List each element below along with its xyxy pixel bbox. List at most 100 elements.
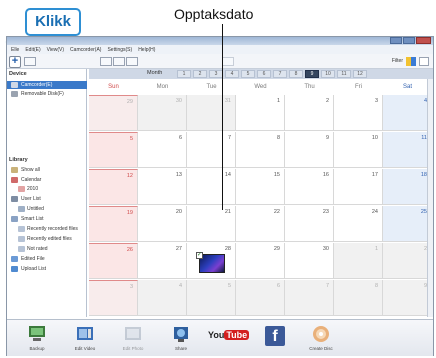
calendar-day-cell[interactable]: 11 <box>383 132 432 168</box>
checkbox-icon[interactable]: ✓ <box>196 252 203 259</box>
edit-video-button[interactable]: Edit Video <box>63 322 107 355</box>
calendar-day-cell[interactable]: 23 <box>285 206 334 242</box>
sidebar-item-removable-disk[interactable]: Removable Disk(F) <box>7 90 87 98</box>
calendar-day-cell[interactable]: 20 <box>138 206 187 242</box>
calendar-day-cell[interactable]: 29 <box>236 243 285 279</box>
calendar-day-cell[interactable]: 14 <box>187 169 236 205</box>
month-nav-cell[interactable]: 12 <box>353 70 367 78</box>
calendar-day-cell[interactable]: 4 <box>383 95 432 131</box>
calendar-day-cell[interactable]: 4 <box>138 280 187 316</box>
calendar-day-cell[interactable]: 27 <box>138 243 187 279</box>
sidebar-item-upload-list[interactable]: Upload List <box>7 265 87 273</box>
calendar-day-cell[interactable]: 2 <box>383 243 432 279</box>
calendar-day-cell[interactable]: 30 <box>285 243 334 279</box>
month-nav-cell[interactable]: 10 <box>321 70 335 78</box>
calendar-day-cell[interactable]: 30 <box>138 95 187 131</box>
edit-photo-button[interactable]: Edit Photo <box>111 322 155 355</box>
month-nav-cell[interactable]: 1 <box>177 70 191 78</box>
calendar-day-cell[interactable]: 16 <box>285 169 334 205</box>
create-disc-button[interactable]: Create Disc <box>299 322 343 355</box>
month-nav-cell[interactable]: 9 <box>305 70 319 78</box>
calendar-day-cell[interactable]: 13 <box>138 169 187 205</box>
calendar-day-cell[interactable]: 21 <box>187 206 236 242</box>
calendar-day-cell[interactable]: 1 <box>334 243 383 279</box>
calendar-day-cell[interactable]: 5 <box>89 132 138 168</box>
calendar-day-cell[interactable]: 7 <box>285 280 334 316</box>
share-button[interactable]: Share <box>159 322 203 355</box>
menu-view[interactable]: View(V) <box>47 47 64 53</box>
calendar-day-cell[interactable]: 29 <box>89 95 138 131</box>
calendar-day-cell[interactable]: 8 <box>236 132 285 168</box>
calendar-day-cell[interactable]: 8 <box>334 280 383 316</box>
sidebar-item-calendar[interactable]: Calendar <box>7 176 87 184</box>
calendar-day-cell[interactable]: 5 <box>187 280 236 316</box>
filter-color-icon[interactable] <box>406 57 416 66</box>
sidebar-item-user-list[interactable]: User List <box>7 195 87 203</box>
opptaksdato-callout: Opptaksdato <box>174 6 254 22</box>
backup-button[interactable]: Backup <box>15 322 59 355</box>
calendar-day-cell[interactable]: 7 <box>187 132 236 168</box>
video-thumbnail[interactable]: ✓ <box>196 252 225 273</box>
calendar-view-icon[interactable] <box>126 57 138 66</box>
month-nav-cell[interactable]: 6 <box>257 70 271 78</box>
facebook-upload-button[interactable]: f <box>253 322 297 355</box>
sidebar-item-edited-file[interactable]: Edited File <box>7 255 87 263</box>
menu-settings[interactable]: Settings(S) <box>107 47 132 53</box>
minimize-button[interactable] <box>390 37 402 44</box>
calendar-day-cell[interactable]: 19 <box>89 206 138 242</box>
calendar-day-cell[interactable]: 12 <box>89 169 138 205</box>
upload-list-icon <box>11 266 18 272</box>
sidebar-item-recently-edited[interactable]: Recently edited files <box>7 235 87 243</box>
close-button[interactable] <box>416 37 431 44</box>
youtube-upload-button[interactable]: You Tube <box>205 322 250 355</box>
day-number: 30 <box>322 246 329 252</box>
calendar-day-cell[interactable]: 22 <box>236 206 285 242</box>
sidebar-item-recently-recorded[interactable]: Recently recorded files <box>7 225 87 233</box>
day-number: 31 <box>224 98 231 104</box>
calendar-day-cell[interactable]: 6 <box>138 132 187 168</box>
month-nav-cell[interactable]: 7 <box>273 70 287 78</box>
calendar-day-cell[interactable]: 17 <box>334 169 383 205</box>
calendar-day-cell[interactable]: 1 <box>236 95 285 131</box>
month-nav-cell[interactable]: 4 <box>225 70 239 78</box>
list-view-icon[interactable] <box>113 57 125 66</box>
calendar-day-cell[interactable]: 25 <box>383 206 432 242</box>
month-nav-cell[interactable]: 2 <box>193 70 207 78</box>
month-nav-cell[interactable]: 11 <box>337 70 351 78</box>
add-button[interactable]: + <box>9 56 21 68</box>
sidebar-item-2010[interactable]: 2010 <box>7 185 87 193</box>
sidebar-item-not-rated[interactable]: Not rated <box>7 245 87 253</box>
sidebar-item-untitled[interactable]: Untitled <box>7 205 87 213</box>
tool-icon[interactable] <box>24 57 36 66</box>
sidebar-item-show-all[interactable]: Show all <box>7 166 87 174</box>
month-nav-cell[interactable]: 8 <box>289 70 303 78</box>
calendar-scrollbar[interactable] <box>427 79 433 317</box>
calendar-day-cell[interactable]: 26 <box>89 243 138 279</box>
calendar-day-cell[interactable]: 6 <box>236 280 285 316</box>
facebook-icon: f <box>265 326 285 346</box>
maximize-button[interactable] <box>403 37 415 44</box>
menu-file[interactable]: Elle <box>11 47 19 53</box>
calendar-day-cell[interactable]: 9 <box>383 280 432 316</box>
menu-help[interactable]: Help(H) <box>138 47 155 53</box>
calendar-day-cell[interactable]: 24 <box>334 206 383 242</box>
month-nav-cell[interactable]: 5 <box>241 70 255 78</box>
calendar-day-cell[interactable]: 2 <box>285 95 334 131</box>
calendar-day-cell[interactable]: 3 <box>89 280 138 316</box>
zoom-icon[interactable] <box>222 57 234 66</box>
calendar-day-cell[interactable]: 3 <box>334 95 383 131</box>
filter-sort-icon[interactable] <box>419 57 429 66</box>
calendar-day-cell[interactable]: 28 ✓ <box>187 243 236 279</box>
calendar-day-cell[interactable]: 15 <box>236 169 285 205</box>
calendar-day-cell[interactable]: 9 <box>285 132 334 168</box>
calendar-day-cell[interactable]: 18 <box>383 169 432 205</box>
sidebar-item-camcorder[interactable]: Camcorder(E) <box>7 81 87 89</box>
menu-camcorder[interactable]: Camcorder(A) <box>70 47 101 53</box>
sidebar-item-smart-list[interactable]: Smart List <box>7 215 87 223</box>
calendar-day-cell[interactable]: 10 <box>334 132 383 168</box>
calendar-day-cell[interactable]: 31 <box>187 95 236 131</box>
weekday-header: Mon <box>156 84 169 90</box>
grid-view-icon[interactable] <box>100 57 112 66</box>
menu-edit[interactable]: Edit(E) <box>25 47 40 53</box>
month-nav-cell[interactable]: 3 <box>209 70 223 78</box>
